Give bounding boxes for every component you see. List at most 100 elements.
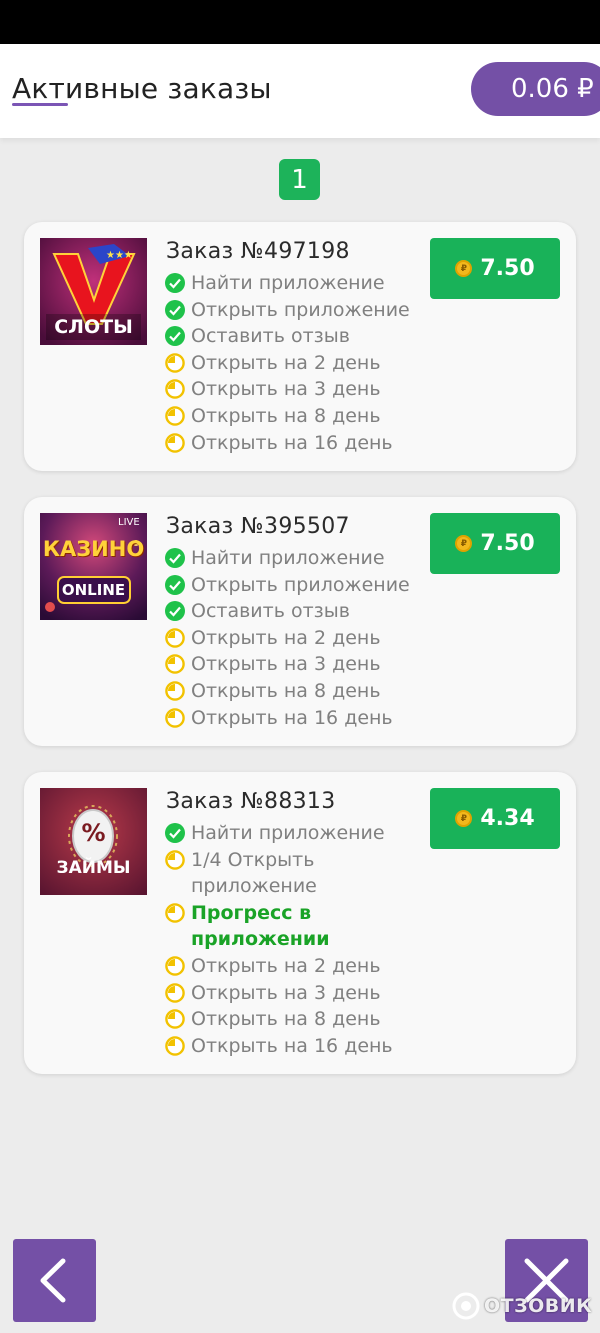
task-label: Найти приложение xyxy=(191,272,385,294)
check-circle-icon xyxy=(165,823,185,843)
task-label: Найти приложение xyxy=(191,822,385,844)
task-item: Открыть на 3 день xyxy=(165,980,415,1007)
clock-icon xyxy=(165,681,185,701)
reward-amount: 7.50 xyxy=(480,531,535,556)
task-item: Найти приложение xyxy=(165,820,415,847)
task-label: Открыть на 8 день xyxy=(191,404,381,427)
clock-icon xyxy=(165,379,185,400)
order-card[interactable]: LIVE КАЗИНО ONLINE Заказ №395507 ₽ 7.50 … xyxy=(24,497,576,746)
check-circle-icon xyxy=(165,548,185,568)
task-item-highlight: Прогресс в приложении xyxy=(165,900,330,953)
title-underline xyxy=(12,103,68,106)
task-label: Открыть приложение xyxy=(191,573,410,596)
app-thumbnail-casino: LIVE КАЗИНО ONLINE xyxy=(40,513,147,620)
order-title: Заказ №497198 xyxy=(166,239,350,264)
task-item: Открыть на 8 день xyxy=(165,678,415,705)
coin-icon: ₽ xyxy=(455,535,473,552)
clock-icon xyxy=(165,406,185,426)
task-label: Открыть на 2 день xyxy=(191,954,381,977)
task-label: Прогресс в приложении xyxy=(191,901,330,951)
task-label: Открыть на 2 день xyxy=(191,351,381,374)
back-button[interactable] xyxy=(13,1239,96,1322)
reward-button[interactable]: ₽ 7.50 xyxy=(430,238,560,299)
order-title: Заказ №395507 xyxy=(166,514,350,539)
task-item: Открыть приложение xyxy=(165,572,415,599)
clock-icon xyxy=(165,849,185,870)
clock-icon xyxy=(165,627,185,648)
check-circle-icon xyxy=(165,601,185,622)
task-list: Найти приложение Открыть приложение Оста… xyxy=(165,270,415,456)
task-item: 1/4 Открыть приложение xyxy=(165,847,317,900)
task-label: Оставить отзыв xyxy=(191,600,350,623)
watermark: ОТЗОВИК xyxy=(452,1292,592,1320)
task-label: Открыть на 2 день xyxy=(191,626,381,649)
watermark-logo-icon xyxy=(452,1292,480,1320)
task-label: Открыть на 3 день xyxy=(191,981,381,1004)
clock-icon xyxy=(165,902,185,923)
task-item: Найти приложение xyxy=(165,545,415,572)
thumbnail-tag: LIVE xyxy=(118,517,140,528)
order-title: Заказ №88313 xyxy=(166,789,336,814)
clock-icon xyxy=(165,982,185,1003)
reward-button[interactable]: ₽ 4.34 xyxy=(430,788,560,849)
thumbnail-label: СЛОТЫ xyxy=(54,316,133,338)
clock-icon xyxy=(165,352,185,373)
thumbnail-sublabel: ONLINE xyxy=(61,581,126,599)
clock-icon xyxy=(165,1035,185,1056)
task-item: Открыть на 8 день xyxy=(165,1006,415,1033)
clock-icon xyxy=(165,1009,185,1029)
svg-text:★★★: ★★★ xyxy=(106,250,133,261)
task-item: Оставить отзыв xyxy=(165,323,415,350)
balance-badge[interactable]: 0.06 ₽ xyxy=(471,62,600,116)
task-label: Открыть на 16 день xyxy=(191,1034,393,1057)
task-label: Открыть на 3 день xyxy=(191,378,381,401)
check-circle-icon xyxy=(165,574,185,595)
reward-button[interactable]: ₽ 7.50 xyxy=(430,513,560,574)
order-card[interactable]: ★★★ СЛОТЫ Заказ №497198 ₽ 7.50 Найти при… xyxy=(24,222,576,471)
task-item: Открыть на 2 день xyxy=(165,350,415,377)
thumbnail-label: ЗАЙМЫ xyxy=(56,858,131,878)
task-item: Найти приложение xyxy=(165,270,415,297)
task-label: Открыть на 8 день xyxy=(191,679,381,702)
task-item: Открыть на 16 день xyxy=(165,705,415,732)
task-item: Открыть приложение xyxy=(165,297,415,324)
task-label: Открыть на 8 день xyxy=(191,1008,381,1031)
check-circle-icon xyxy=(165,326,185,347)
clock-icon xyxy=(165,432,185,453)
order-card[interactable]: % ЗАЙМЫ Заказ №88313 ₽ 4.34 Найти прилож… xyxy=(24,772,576,1074)
task-label: Открыть на 16 день xyxy=(191,706,393,729)
thumbnail-label: КАЗИНО xyxy=(42,537,145,561)
check-circle-icon xyxy=(165,273,185,293)
task-item: Открыть на 16 день xyxy=(165,1033,415,1060)
app-thumbnail-slots: ★★★ СЛОТЫ xyxy=(40,238,147,345)
task-label: 1/4 Открыть приложение xyxy=(191,848,317,898)
task-item: Открыть на 3 день xyxy=(165,651,415,678)
task-label: Открыть на 16 день xyxy=(191,431,393,454)
thumbnail-symbol: % xyxy=(81,819,106,847)
task-item: Открыть на 16 день xyxy=(165,430,415,457)
coin-icon: ₽ xyxy=(455,810,473,827)
task-item: Открыть на 2 день xyxy=(165,953,415,980)
task-label: Оставить отзыв xyxy=(191,325,350,348)
check-circle-icon xyxy=(165,299,185,320)
task-list: Найти приложение Открыть приложение Оста… xyxy=(165,545,415,731)
task-item: Открыть на 8 день xyxy=(165,403,415,430)
task-item: Открыть на 3 день xyxy=(165,376,415,403)
clock-icon xyxy=(165,707,185,728)
task-label: Открыть приложение xyxy=(191,298,410,321)
task-item: Открыть на 2 день xyxy=(165,625,415,652)
reward-amount: 7.50 xyxy=(480,256,535,281)
task-label: Открыть на 3 день xyxy=(191,653,381,676)
reward-amount: 4.34 xyxy=(480,806,535,831)
watermark-text: ОТЗОВИК xyxy=(484,1295,593,1317)
chevron-left-icon xyxy=(40,1258,66,1303)
clock-icon xyxy=(165,956,185,976)
task-item: Оставить отзыв xyxy=(165,598,415,625)
coin-icon: ₽ xyxy=(455,260,473,277)
clock-icon xyxy=(165,654,185,675)
task-label: Найти приложение xyxy=(191,547,385,569)
app-thumbnail-loans: % ЗАЙМЫ xyxy=(40,788,147,895)
page-title: Активные заказы xyxy=(12,72,272,105)
page-number-badge[interactable]: 1 xyxy=(279,159,320,200)
task-list: Найти приложение 1/4 Открыть приложение … xyxy=(165,820,415,1059)
